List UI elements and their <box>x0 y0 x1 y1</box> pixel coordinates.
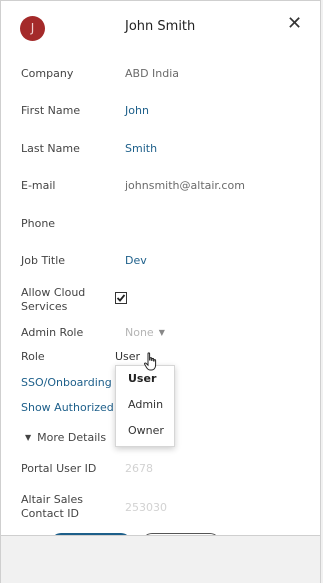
close-icon[interactable]: ✕ <box>287 14 302 34</box>
sales-contact-label: Altair Sales Contact ID <box>21 493 83 521</box>
allow-cloud-checkbox[interactable] <box>115 292 127 304</box>
phone-label: Phone <box>21 217 56 230</box>
company-value: ABD India <box>125 67 180 80</box>
role-option-admin[interactable]: Admin <box>128 398 163 411</box>
sales-contact-value: 253030 <box>125 501 167 514</box>
job-title-label: Job Title <box>21 254 66 267</box>
phone-field[interactable] <box>125 217 245 231</box>
hand-pointer-icon <box>144 352 157 371</box>
check-icon <box>116 294 126 302</box>
email-value: johnsmith@altair.com <box>125 179 245 192</box>
admin-role-value: None <box>125 326 154 339</box>
more-details-toggle[interactable]: ▼ More Details <box>25 431 106 444</box>
allow-cloud-label-line1: Allow Cloud <box>21 286 86 299</box>
role-dropdown-menu: User Admin Owner <box>115 365 175 447</box>
chevron-down-icon: ▼ <box>158 328 165 337</box>
role-label: Role <box>21 350 45 363</box>
last-name-field[interactable]: Smith <box>125 142 157 156</box>
allow-cloud-label: Allow Cloud Services <box>21 286 85 314</box>
first-name-label: First Name <box>21 104 81 117</box>
role-select[interactable]: User <box>115 350 140 364</box>
role-option-user[interactable]: User <box>128 372 156 385</box>
user-name-title: John Smith <box>125 19 196 34</box>
role-option-owner[interactable]: Owner <box>128 424 164 437</box>
user-details-panel: J John Smith ✕ Company ABD India First N… <box>0 0 321 536</box>
admin-role-select[interactable]: None ▼ <box>125 326 165 340</box>
admin-role-label: Admin Role <box>21 326 84 339</box>
portal-user-id-value: 2678 <box>125 462 153 475</box>
job-title-field[interactable]: Dev <box>125 254 147 268</box>
footer-bar <box>0 536 321 583</box>
company-label: Company <box>21 67 74 80</box>
avatar: J <box>20 16 45 41</box>
sales-contact-label-line2: Contact ID <box>21 507 80 520</box>
sales-contact-label-line1: Altair Sales <box>21 493 83 506</box>
email-label: E-mail <box>21 179 56 192</box>
last-name-label: Last Name <box>21 142 80 155</box>
allow-cloud-label-line2: Services <box>21 300 68 313</box>
portal-user-id-label: Portal User ID <box>21 462 97 475</box>
caret-down-icon: ▼ <box>25 433 32 442</box>
first-name-field[interactable]: John <box>125 104 149 118</box>
more-details-label: More Details <box>37 431 107 444</box>
